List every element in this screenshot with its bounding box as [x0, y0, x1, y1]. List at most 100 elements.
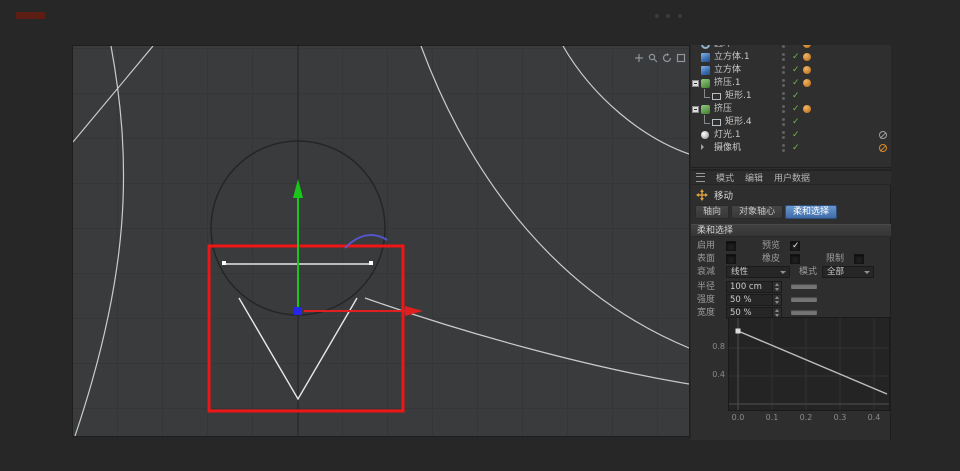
object-label[interactable]: 灯光.1: [714, 129, 741, 142]
object-label[interactable]: 矩形.1: [725, 90, 752, 103]
y-tick-label: 0.8: [712, 342, 725, 351]
enable-check-icon[interactable]: ✓: [792, 142, 800, 155]
object-row[interactable]: 挤压 ✓: [691, 103, 891, 116]
object-manager: 圆环 ✓ 立方体.1 ✓ 立方体 ✓: [691, 45, 891, 168]
spline-point[interactable]: [222, 261, 226, 265]
phong-tag-icon[interactable]: [803, 105, 811, 113]
visibility-dots[interactable]: [782, 144, 785, 154]
surface-checkbox[interactable]: [726, 254, 736, 264]
cube-icon: [701, 53, 710, 62]
enable-check-icon[interactable]: ✓: [792, 129, 800, 142]
current-tool-row: 移动: [691, 187, 891, 202]
object-row[interactable]: 摄像机 ✓: [691, 142, 891, 155]
param-row: 衰减 线性 模式 全部: [691, 266, 891, 278]
object-label[interactable]: 挤压.1: [714, 77, 741, 90]
viewport-grid: [73, 46, 689, 436]
enable-label: 启用: [697, 241, 716, 251]
object-label[interactable]: 挤压: [714, 103, 732, 116]
rotate-icon[interactable]: [662, 48, 672, 63]
visibility-dots[interactable]: [782, 79, 785, 89]
enable-check-icon[interactable]: ✓: [792, 103, 800, 116]
viewport-canvas: [73, 46, 689, 436]
tab-soft-selection[interactable]: 柔和选择: [785, 205, 838, 219]
enable-check-icon[interactable]: ✓: [792, 51, 800, 64]
maximize-icon[interactable]: [676, 48, 686, 63]
phong-tag-icon[interactable]: [803, 45, 811, 48]
mode-dropdown[interactable]: 全部: [822, 266, 874, 278]
collapse-toggle[interactable]: [692, 80, 699, 87]
menu-item-edit[interactable]: 编辑: [745, 171, 763, 184]
y-tick-label: 0.4: [712, 370, 725, 379]
phong-tag-icon[interactable]: [803, 66, 811, 74]
falloff-curve-canvas: [729, 318, 889, 410]
hamburger-icon[interactable]: [696, 173, 705, 182]
curve-point[interactable]: [735, 328, 741, 334]
spline-point[interactable]: [369, 261, 373, 265]
tree-elbow: [704, 89, 710, 98]
falloff-dropdown[interactable]: 线性: [726, 266, 790, 278]
zoom-icon[interactable]: [648, 48, 658, 63]
visibility-dots[interactable]: [782, 66, 785, 76]
object-label[interactable]: 立方体: [714, 64, 741, 77]
strip-dot-icon: [666, 14, 670, 18]
menu-item-mode[interactable]: 模式: [716, 171, 734, 184]
param-row: 强度 50 %: [691, 294, 891, 306]
object-label[interactable]: 矩形.4: [725, 116, 752, 129]
preview-checkbox[interactable]: ✓: [790, 241, 800, 251]
move-tool-icon: [696, 188, 708, 201]
visibility-dots[interactable]: [782, 45, 785, 50]
x-tick-label: 0.0: [731, 413, 745, 422]
enable-check-icon[interactable]: ✓: [792, 77, 800, 90]
object-row[interactable]: 矩形.4 ✓: [691, 115, 891, 129]
strength-field[interactable]: 50 %: [726, 294, 782, 306]
enable-check-icon[interactable]: ✓: [792, 90, 800, 103]
param-row: 半径 100 cm: [691, 281, 891, 293]
object-row[interactable]: 矩形.1 ✓: [691, 89, 891, 103]
phong-tag-icon[interactable]: [803, 53, 811, 61]
phong-tag-icon[interactable]: [803, 79, 811, 87]
app-window: 圆环 ✓ 立方体.1 ✓ 立方体 ✓: [0, 0, 960, 471]
gizmo-center-point[interactable]: [294, 307, 302, 315]
visibility-dots[interactable]: [782, 105, 785, 115]
x-tick-label: 0.3: [833, 413, 847, 422]
visibility-dots[interactable]: [782, 92, 785, 102]
tab-axis[interactable]: 轴向: [695, 205, 730, 219]
enable-check-icon[interactable]: ✓: [792, 64, 800, 77]
object-label[interactable]: 摄像机: [714, 142, 741, 155]
visibility-dots[interactable]: [782, 118, 785, 128]
radius-label: 半径: [697, 282, 716, 292]
no-render-tag-icon[interactable]: [879, 144, 887, 152]
strength-slider[interactable]: [791, 297, 817, 302]
strip-dot-icon: [655, 14, 659, 18]
section-header[interactable]: 柔和选择: [691, 224, 891, 237]
tree-elbow: [704, 115, 710, 124]
spinner-icon[interactable]: [772, 295, 781, 305]
object-row[interactable]: 立方体 ✓: [691, 64, 891, 77]
tab-object-axis[interactable]: 对象轴心: [731, 205, 784, 219]
restrict-checkbox[interactable]: [854, 254, 864, 264]
chevron-down-icon: [780, 271, 786, 274]
object-row[interactable]: 立方体.1 ✓: [691, 51, 891, 64]
collapse-toggle[interactable]: [692, 106, 699, 113]
menu-item-userdata[interactable]: 用户数据: [774, 171, 810, 184]
visibility-dots[interactable]: [782, 131, 785, 141]
no-render-tag-icon[interactable]: [879, 131, 887, 139]
visibility-dots[interactable]: [782, 53, 785, 63]
radius-field[interactable]: 100 cm: [726, 281, 782, 293]
rubber-checkbox[interactable]: [790, 254, 800, 264]
pan-icon[interactable]: [634, 48, 644, 62]
spinner-icon[interactable]: [772, 282, 781, 292]
viewport-3d[interactable]: [72, 45, 690, 437]
enable-checkbox[interactable]: [726, 241, 736, 251]
width-label: 宽度: [697, 308, 716, 318]
param-row: 启用 预览 ✓: [691, 240, 891, 252]
enable-check-icon[interactable]: ✓: [792, 116, 800, 129]
object-label[interactable]: 立方体.1: [714, 51, 750, 64]
width-slider[interactable]: [791, 310, 817, 315]
rectangle-spline-icon: [712, 119, 721, 126]
object-row[interactable]: 灯光.1 ✓: [691, 129, 891, 142]
object-row[interactable]: 挤压.1 ✓: [691, 77, 891, 90]
falloff-curve-graph[interactable]: [728, 317, 890, 411]
falloff-curve[interactable]: [737, 330, 888, 395]
radius-slider[interactable]: [791, 284, 817, 289]
